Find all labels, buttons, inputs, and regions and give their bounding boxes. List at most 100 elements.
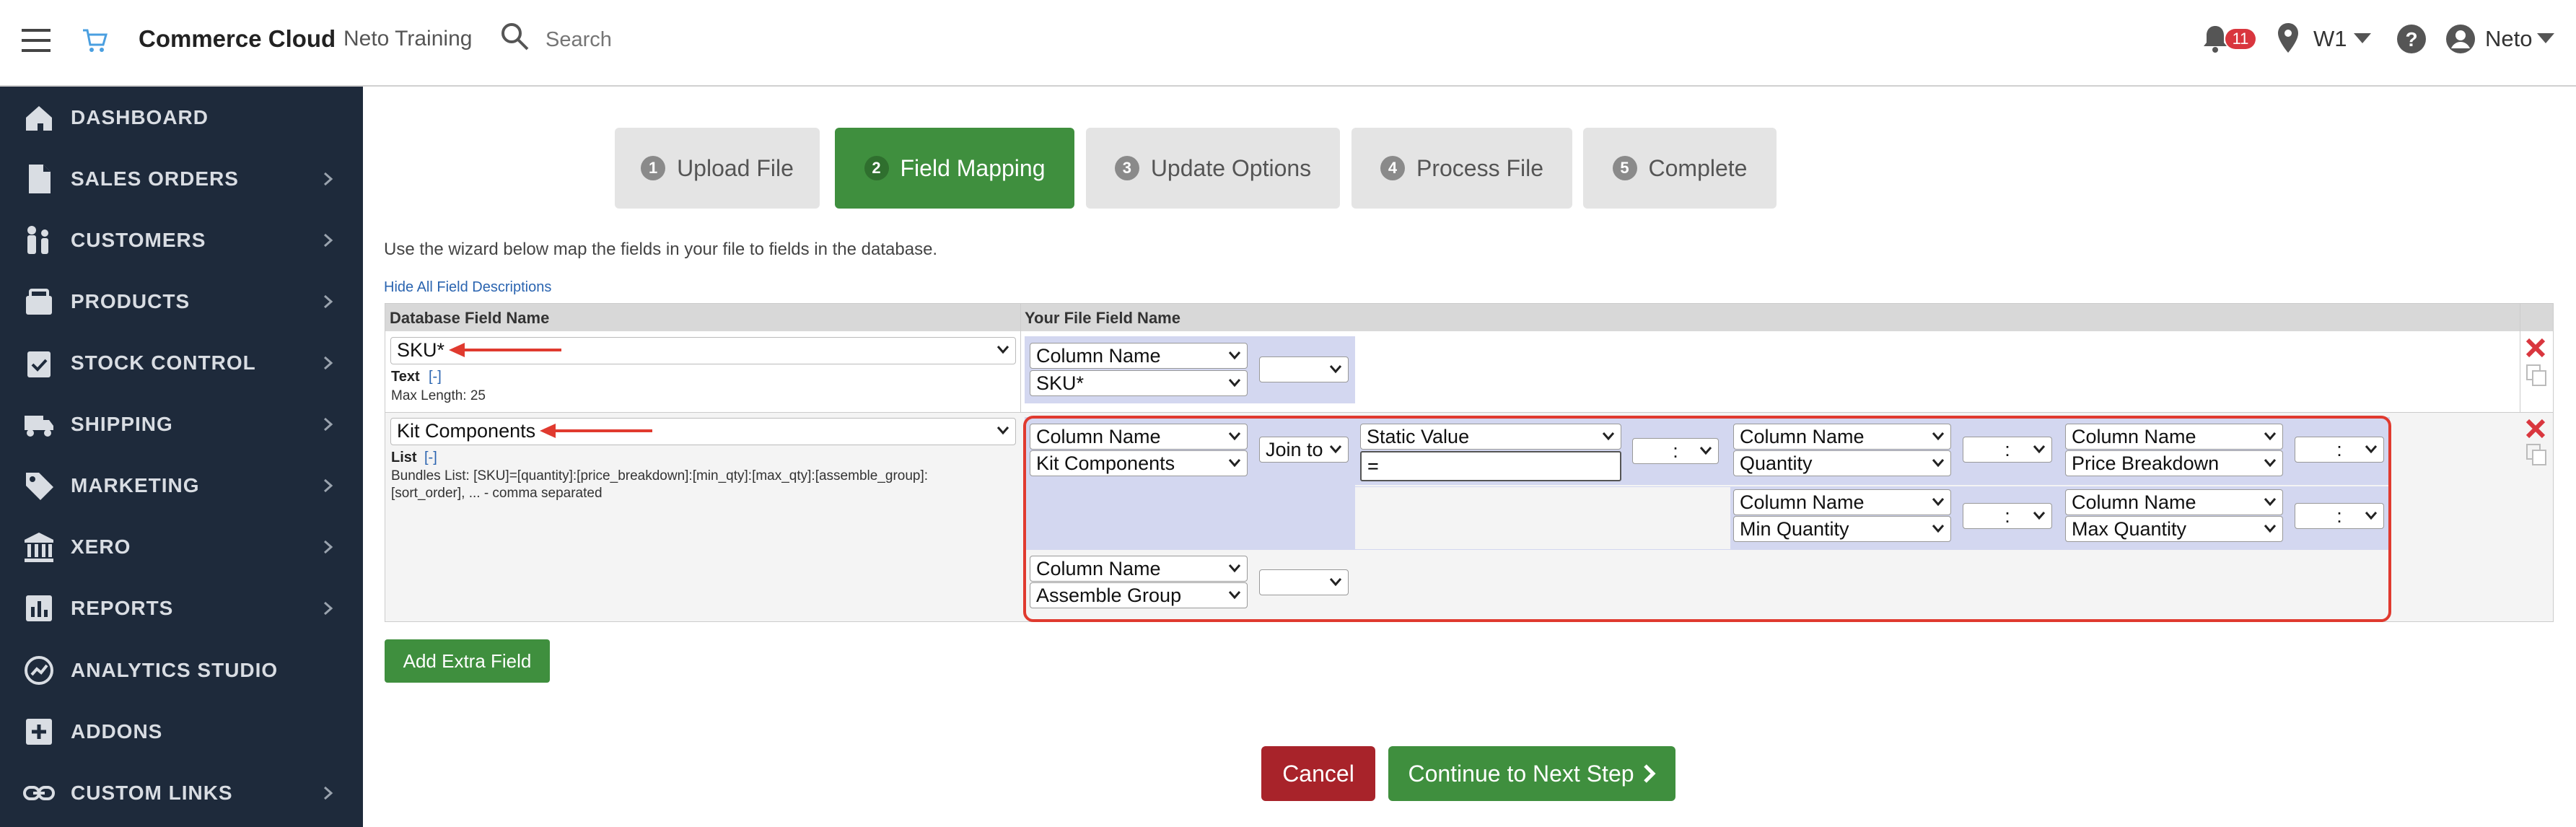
- step-number: 4: [1380, 156, 1405, 180]
- copy-icon[interactable]: [2525, 443, 2547, 466]
- plus-square-icon: [26, 719, 52, 745]
- bell-icon[interactable]: [2202, 23, 2228, 53]
- chevron-down-icon: [2264, 498, 2277, 507]
- continue-next-step-button[interactable]: Continue to Next Step: [1388, 746, 1675, 801]
- sidebar-item-label: ADDONS: [71, 720, 163, 743]
- source-type-select[interactable]: Column Name: [1030, 556, 1248, 582]
- cancel-button[interactable]: Cancel: [1261, 746, 1375, 801]
- chevron-down-icon: [2264, 525, 2277, 533]
- chevron-down-icon: [2365, 512, 2378, 520]
- tab-upload-file[interactable]: 1 Upload File: [615, 128, 820, 209]
- tab-label: Update Options: [1150, 154, 1312, 181]
- sidebar-item-reports[interactable]: REPORTS: [0, 577, 363, 639]
- chevron-down-icon: [1228, 351, 1241, 360]
- sidebar-item-marketing[interactable]: MARKETING: [0, 455, 363, 517]
- store-name: Neto Training: [343, 27, 473, 51]
- sidebar-item-shipping[interactable]: SHIPPING: [0, 393, 363, 455]
- step-number: 5: [1612, 156, 1637, 180]
- column-select[interactable]: SKU*: [1030, 370, 1248, 396]
- brand-name: Commerce Cloud: [139, 25, 336, 52]
- source-type-select[interactable]: Column Name: [2065, 489, 2283, 515]
- chevron-down-icon: [2033, 512, 2046, 520]
- cart-icon: [83, 29, 108, 52]
- field-description: Max Length: 25: [391, 388, 486, 403]
- source-type-select[interactable]: Column Name: [2065, 424, 2283, 450]
- source-type-select[interactable]: Column Name: [1733, 489, 1951, 515]
- location-label[interactable]: W1: [2313, 26, 2347, 52]
- copy-icon[interactable]: [2525, 364, 2547, 387]
- tab-label: Complete: [1648, 154, 1748, 181]
- search-input[interactable]: [546, 22, 906, 58]
- toggle-description-link[interactable]: [-]: [424, 450, 437, 466]
- source-type-select[interactable]: Column Name: [1030, 424, 1248, 450]
- chevron-right-icon: [324, 233, 333, 248]
- clipboard-check-icon: [27, 351, 51, 377]
- chevron-right-icon: [324, 601, 333, 616]
- separator-select[interactable]: :: [2295, 503, 2384, 529]
- tag-icon: [26, 473, 53, 500]
- column-select[interactable]: Price Breakdown: [2065, 450, 2283, 476]
- separator-select[interactable]: :: [1963, 437, 2052, 463]
- column-select[interactable]: Assemble Group: [1030, 582, 1248, 608]
- user-avatar-icon[interactable]: [2445, 23, 2476, 55]
- top-bar: Commerce Cloud Neto Training 11 W1 ? Net…: [0, 0, 2576, 87]
- join-select[interactable]: [1259, 356, 1349, 382]
- sidebar-item-label: MARKETING: [71, 474, 200, 496]
- column-select[interactable]: Kit Components: [1030, 450, 1248, 476]
- static-value-input[interactable]: [1360, 451, 1621, 481]
- column-select[interactable]: Quantity: [1733, 450, 1951, 476]
- sidebar-item-xero[interactable]: XERO: [0, 516, 363, 578]
- people-icon: [27, 226, 48, 254]
- db-field-select[interactable]: Kit Components: [390, 418, 1016, 445]
- sidebar-item-products[interactable]: PRODUCTS: [0, 271, 363, 333]
- step-number: 1: [641, 156, 666, 180]
- hamburger-menu-icon[interactable]: [22, 29, 51, 52]
- delete-icon[interactable]: [2525, 419, 2546, 439]
- tab-field-mapping[interactable]: 2 Field Mapping: [835, 128, 1074, 209]
- search-icon[interactable]: [500, 22, 529, 51]
- help-icon[interactable]: ?: [2396, 23, 2427, 55]
- column-select[interactable]: Min Quantity: [1733, 516, 1951, 542]
- location-pin-icon[interactable]: [2276, 22, 2300, 55]
- chevron-down-icon[interactable]: [2537, 33, 2554, 43]
- sidebar-item-label: CUSTOM LINKS: [71, 782, 233, 804]
- chevron-right-icon: [324, 540, 333, 554]
- separator-select[interactable]: :: [2295, 437, 2384, 463]
- separator-select[interactable]: :: [1963, 503, 2052, 529]
- sidebar-item-label: REPORTS: [71, 597, 174, 619]
- tab-update-options[interactable]: 3 Update Options: [1086, 128, 1340, 209]
- home-icon: [26, 106, 52, 131]
- delete-icon[interactable]: [2525, 338, 2546, 358]
- user-name[interactable]: Neto: [2485, 26, 2532, 52]
- chevron-down-icon: [1602, 432, 1615, 441]
- sidebar-item-dashboard[interactable]: DASHBOARD: [0, 87, 363, 149]
- toggle-description-link[interactable]: [-]: [429, 369, 442, 385]
- tab-label: Upload File: [677, 154, 794, 181]
- sidebar-item-customers[interactable]: CUSTOMERS: [0, 209, 363, 271]
- step-number: 2: [864, 156, 889, 180]
- chevron-down-icon: [1228, 432, 1241, 441]
- sidebar-item-label: ANALYTICS STUDIO: [71, 659, 279, 681]
- source-type-select[interactable]: Column Name: [1030, 343, 1248, 369]
- sidebar-item-custom-links[interactable]: CUSTOM LINKS: [0, 762, 363, 824]
- static-value-select[interactable]: Static Value: [1360, 424, 1621, 450]
- table-header: [385, 304, 2553, 331]
- hide-descriptions-link[interactable]: Hide All Field Descriptions: [384, 279, 551, 296]
- sidebar-item-stock-control[interactable]: STOCK CONTROL: [0, 332, 363, 394]
- tab-process-file[interactable]: 4 Process File: [1351, 128, 1572, 209]
- chevron-down-icon: [2264, 432, 2277, 441]
- sidebar-item-sales-orders[interactable]: SALES ORDERS: [0, 148, 363, 210]
- tab-complete[interactable]: 5 Complete: [1583, 128, 1777, 209]
- chevron-down-icon: [2365, 445, 2378, 454]
- join-select[interactable]: Join to: [1259, 437, 1349, 463]
- column-select[interactable]: Max Quantity: [2065, 516, 2283, 542]
- chevron-down-icon[interactable]: [2354, 33, 2371, 43]
- sidebar-item-addons[interactable]: ADDONS: [0, 701, 363, 763]
- add-extra-field-button[interactable]: Add Extra Field: [385, 639, 550, 683]
- chevron-right-icon: [324, 356, 333, 370]
- join-select[interactable]: [1259, 569, 1349, 595]
- sidebar-item-analytics-studio[interactable]: ANALYTICS STUDIO: [0, 639, 363, 701]
- source-type-select[interactable]: Column Name: [1733, 424, 1951, 450]
- chevron-down-icon: [1699, 447, 1712, 455]
- separator-select[interactable]: :: [1632, 438, 1719, 464]
